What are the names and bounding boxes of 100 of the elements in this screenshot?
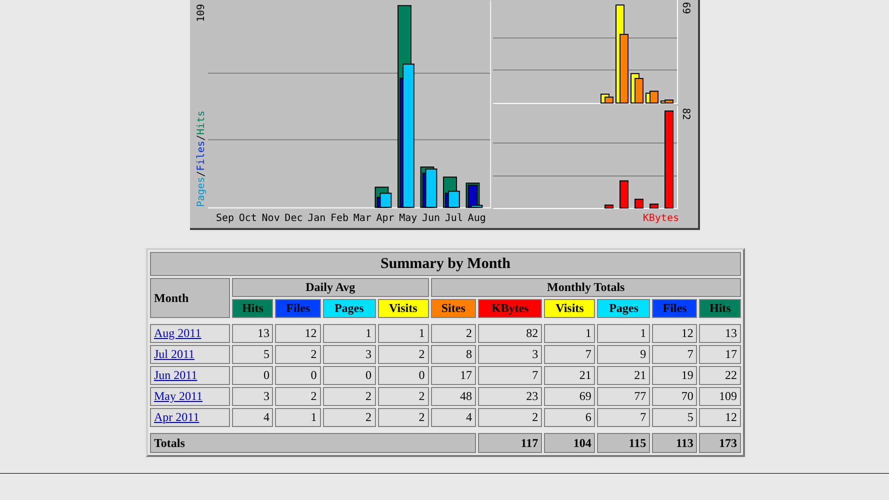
table-cell: 12 bbox=[652, 324, 698, 343]
table-cell: 2 bbox=[378, 408, 429, 427]
table-cell: 1 bbox=[544, 324, 596, 343]
month-link[interactable]: May 2011 bbox=[154, 389, 203, 403]
month-link[interactable]: Apr 2011 bbox=[154, 410, 200, 424]
table-cell: 5 bbox=[232, 345, 274, 364]
table-cell: 1 bbox=[275, 408, 321, 427]
table-cell: 12 bbox=[275, 324, 321, 343]
column-header: KBytes bbox=[478, 299, 542, 318]
bar bbox=[634, 198, 644, 208]
table-cell: 2 bbox=[275, 345, 321, 364]
month-label: Jul bbox=[444, 213, 464, 224]
column-header: Files bbox=[652, 299, 698, 318]
month-label: Apr bbox=[376, 213, 396, 224]
table-cell: 8 bbox=[430, 345, 476, 364]
table-cell: 21 bbox=[544, 366, 596, 385]
table-cell: 117 bbox=[478, 433, 542, 453]
bar bbox=[620, 34, 629, 104]
table-cell: 1 bbox=[597, 324, 650, 343]
table-cell: 70 bbox=[652, 387, 698, 406]
column-header: Pages bbox=[322, 299, 376, 318]
table-cell: 7 bbox=[544, 345, 596, 364]
table-cell: 13 bbox=[232, 324, 274, 343]
table-cell: 77 bbox=[597, 387, 650, 406]
table-cell: 1 bbox=[322, 324, 376, 343]
table-cell: 17 bbox=[699, 345, 741, 364]
table-cell: 0 bbox=[378, 366, 429, 385]
axis-max-label: 109 bbox=[196, 4, 207, 22]
table-title: Summary by Month bbox=[150, 252, 741, 276]
month-label: Oct bbox=[238, 213, 258, 224]
column-header: Files bbox=[275, 299, 321, 318]
table-cell: 9 bbox=[597, 345, 650, 364]
bar bbox=[620, 180, 629, 208]
table-cell: 69 bbox=[544, 387, 596, 406]
table-cell: 115 bbox=[597, 433, 650, 453]
table-cell: 23 bbox=[478, 387, 542, 406]
table-cell: 104 bbox=[544, 433, 596, 453]
table-cell: 2 bbox=[322, 408, 376, 427]
column-header: Visits bbox=[378, 299, 429, 318]
month-label: May bbox=[399, 213, 418, 224]
table-cell: 2 bbox=[430, 324, 476, 343]
month-label: Jan bbox=[308, 213, 327, 224]
table-cell: 0 bbox=[322, 366, 376, 385]
month-label: Aug bbox=[468, 213, 487, 224]
table-cell: 7 bbox=[652, 345, 698, 364]
group-header: Monthly Totals bbox=[430, 278, 741, 297]
table-cell: 4 bbox=[232, 408, 274, 427]
month-label: Nov bbox=[262, 213, 281, 224]
bar bbox=[634, 78, 644, 104]
column-header: Hits bbox=[699, 299, 741, 318]
bar bbox=[650, 204, 659, 208]
table-cell: 13 bbox=[699, 324, 741, 343]
axis-max-label: 69 bbox=[680, 2, 692, 14]
bar bbox=[604, 204, 614, 208]
table-cell: 2 bbox=[378, 345, 429, 364]
table-cell: 2 bbox=[275, 387, 321, 406]
table-cell: Totals bbox=[150, 433, 476, 453]
month-label: Jun bbox=[422, 213, 442, 224]
bar bbox=[425, 168, 438, 208]
table-cell: 7 bbox=[597, 408, 650, 427]
bar bbox=[650, 90, 659, 104]
month-link[interactable]: Aug 2011 bbox=[154, 326, 202, 340]
table-cell: 173 bbox=[699, 433, 741, 453]
table-cell: 82 bbox=[478, 324, 542, 343]
table-cell: 21 bbox=[597, 366, 650, 385]
column-header: Hits bbox=[232, 299, 274, 318]
table-cell: 19 bbox=[652, 366, 698, 385]
table-cell: 3 bbox=[322, 345, 376, 364]
graph-legend: Pages/Files/Hits bbox=[196, 110, 207, 207]
column-header: Pages bbox=[597, 299, 650, 318]
table-cell: 6 bbox=[544, 408, 596, 427]
table-cell: 0 bbox=[275, 366, 321, 385]
table-cell: 2 bbox=[378, 387, 429, 406]
table-cell: 1 bbox=[378, 324, 429, 343]
table-cell: 7 bbox=[478, 366, 542, 385]
table-cell: 4 bbox=[430, 408, 476, 427]
table-cell: 0 bbox=[232, 366, 274, 385]
column-header: Month bbox=[150, 278, 230, 318]
table-cell: 2 bbox=[478, 408, 542, 427]
axis-max-label: 82 bbox=[680, 108, 692, 120]
table-cell: 22 bbox=[699, 366, 741, 385]
group-header: Daily Avg bbox=[232, 278, 429, 297]
column-header: Visits bbox=[544, 299, 596, 318]
table-cell: 109 bbox=[699, 387, 741, 406]
bar bbox=[380, 192, 392, 208]
month-label: Mar bbox=[353, 213, 372, 224]
table-cell: 17 bbox=[430, 366, 476, 385]
table-cell: 12 bbox=[699, 408, 741, 427]
table-cell: 113 bbox=[652, 433, 698, 453]
month-link[interactable]: Jul 2011 bbox=[154, 347, 195, 361]
table-cell: 2 bbox=[322, 387, 376, 406]
month-link[interactable]: Jun 2011 bbox=[154, 368, 198, 382]
table-cell: 3 bbox=[232, 387, 274, 406]
month-label: Dec bbox=[284, 213, 304, 224]
month-label: Sep bbox=[216, 213, 236, 224]
table-cell: 5 bbox=[652, 408, 698, 427]
table-cell: 48 bbox=[430, 387, 476, 406]
table-cell: 3 bbox=[478, 345, 542, 364]
month-label: Feb bbox=[330, 213, 350, 224]
column-header: Sites bbox=[430, 299, 476, 318]
